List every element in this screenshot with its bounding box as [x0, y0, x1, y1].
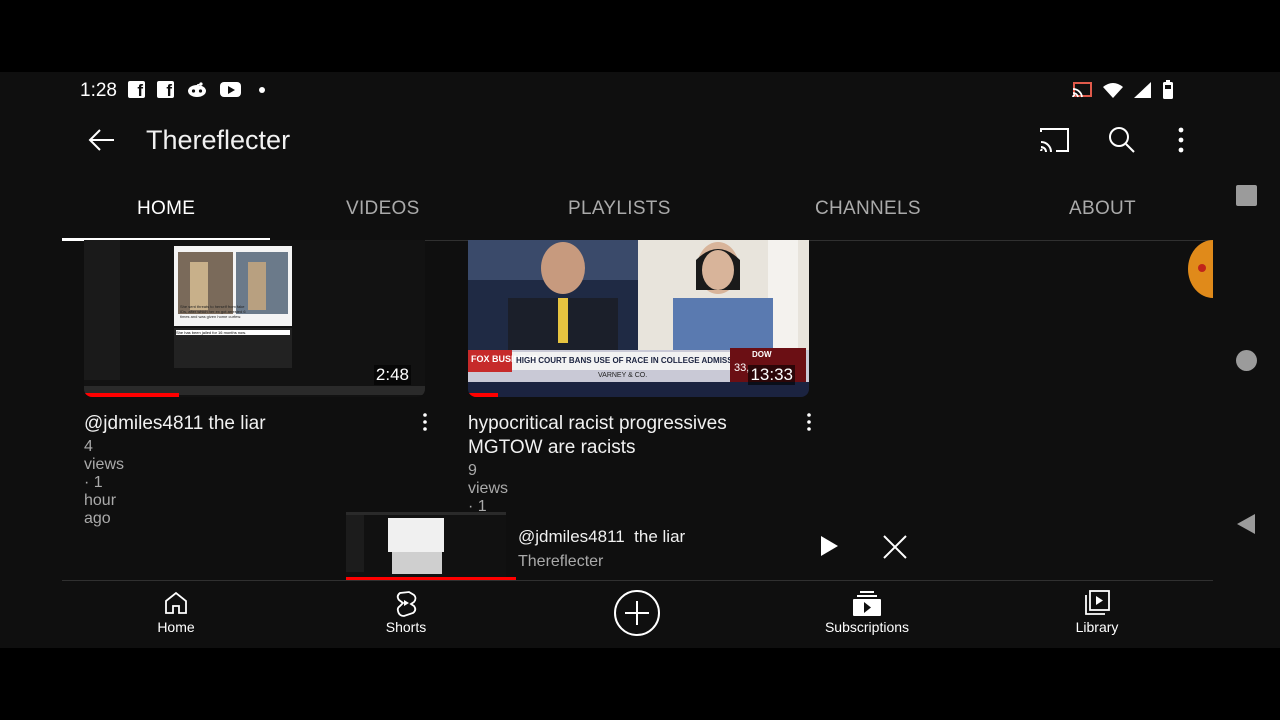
- mini-thumbnail-image: [346, 512, 506, 579]
- video-meta: 4 views · 1 hour ago: [84, 438, 125, 527]
- video-duration: 2:48: [373, 365, 411, 385]
- nav-shorts[interactable]: Shorts: [346, 589, 466, 635]
- video-thumbnail[interactable]: She sent threats to herself from fake ID…: [84, 240, 425, 397]
- tab-about[interactable]: ABOUT: [1069, 198, 1136, 220]
- mini-player-thumbnail[interactable]: [346, 512, 506, 579]
- nav-label: Shorts: [385, 619, 427, 635]
- youtube-icon: [220, 82, 241, 97]
- nav-label: Library: [1075, 619, 1119, 635]
- thumbnail-ticker-value: 33,: [734, 362, 750, 374]
- close-icon[interactable]: [882, 534, 908, 560]
- thumbnail-headline: HIGH COURT BANS USE OF RACE IN COLLEGE A…: [516, 356, 730, 365]
- signal-icon: [1134, 81, 1151, 98]
- video-title[interactable]: @jdmiles4811 the liar: [84, 412, 414, 436]
- wifi-icon: [1103, 82, 1123, 98]
- nav-home[interactable]: Home: [116, 589, 236, 635]
- status-bar: 1:28: [0, 72, 1213, 106]
- cast-icon[interactable]: [1036, 122, 1072, 158]
- channel-title: Thereflecter: [146, 125, 291, 155]
- thumbnail-show: VARNEY & CO.: [598, 372, 648, 379]
- status-time: 1:28: [80, 80, 117, 101]
- video-more-icon[interactable]: [420, 412, 430, 432]
- tab-home[interactable]: HOME: [137, 198, 195, 220]
- play-icon[interactable]: [818, 534, 840, 558]
- library-icon: [1085, 590, 1110, 615]
- facebook-icon: [157, 81, 174, 101]
- bottom-navigation: Home Shorts Subscriptions Library: [62, 580, 1213, 648]
- back-triangle-icon[interactable]: [1235, 512, 1257, 536]
- status-left-icons: [128, 81, 265, 101]
- home-icon: [165, 591, 187, 614]
- video-duration: 13:33: [748, 365, 795, 385]
- channel-header: Thereflecter: [0, 106, 1213, 174]
- battery-icon: [1163, 80, 1173, 99]
- status-right-icons: [1072, 80, 1174, 99]
- cast-icon: [1072, 81, 1092, 97]
- subscriptions-icon: [853, 591, 881, 616]
- thumbnail-caption: She sent threats to herself from fake ID…: [180, 304, 290, 319]
- recents-icon[interactable]: [1236, 185, 1257, 206]
- reddit-icon: [188, 81, 206, 97]
- nav-label: Subscriptions: [824, 619, 910, 635]
- facebook-icon: [128, 81, 145, 101]
- thumbnail-caption-2: She has been jailed for 16 months now.: [176, 330, 290, 335]
- thumbnail-ticker: DOW: [752, 350, 772, 359]
- mini-player-channel: Thereflecter: [518, 553, 604, 570]
- notification-dot-icon: [259, 86, 265, 93]
- next-video-thumbnail[interactable]: [1188, 240, 1213, 298]
- tab-playlists[interactable]: PLAYLISTS: [568, 198, 671, 220]
- watch-progress-bar: [468, 393, 498, 397]
- tab-channels[interactable]: CHANNELS: [815, 198, 921, 220]
- back-arrow-icon[interactable]: [86, 124, 118, 156]
- nav-library[interactable]: Library: [1037, 589, 1157, 635]
- video-more-icon[interactable]: [804, 412, 814, 432]
- nav-label: Home: [157, 619, 195, 635]
- thumbnail-line: times and was given home curfew.: [180, 314, 242, 319]
- channel-tabs: HOME VIDEOS PLAYLISTS CHANNELS ABOUT: [62, 174, 1213, 241]
- mini-player-title: @jdmiles4811 the liar: [518, 527, 686, 546]
- nav-create[interactable]: [577, 589, 697, 637]
- watch-progress-bar: [84, 393, 179, 397]
- android-navigation-bar: [1213, 72, 1280, 648]
- create-icon: [614, 590, 660, 636]
- search-icon[interactable]: [1104, 122, 1140, 158]
- more-vert-icon[interactable]: [1163, 122, 1199, 158]
- mini-player[interactable]: @jdmiles4811 the liar Thereflecter: [346, 512, 926, 580]
- home-button-icon[interactable]: [1236, 350, 1257, 371]
- video-title[interactable]: hypocritical racist progressives MGTOW a…: [468, 412, 798, 460]
- thumbnail-line: She has been jailed for 16 months now.: [176, 330, 247, 335]
- video-thumbnail[interactable]: FOX BUSINESS HIGH COURT BANS USE OF RACE…: [468, 240, 809, 397]
- app-screen: 1:28 f f Thereflecter HOME VIDEOS PLAYLI…: [0, 72, 1280, 648]
- tab-videos[interactable]: VIDEOS: [346, 198, 420, 220]
- shorts-icon: [396, 591, 417, 617]
- nav-subscriptions[interactable]: Subscriptions: [807, 589, 927, 635]
